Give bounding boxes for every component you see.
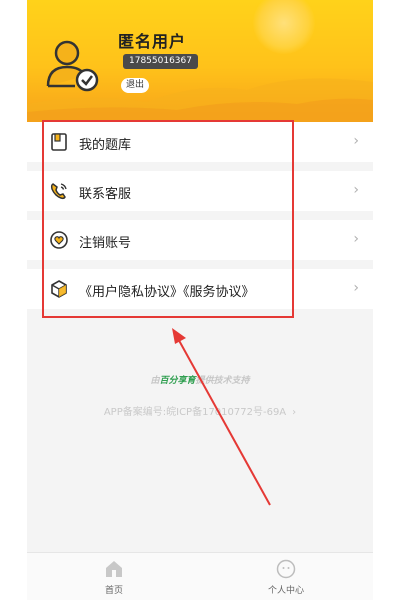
tab-profile[interactable]: 个人中心: [246, 559, 326, 596]
bottom-tab-bar: 首页 个人中心: [27, 552, 373, 600]
menu-item-customer-service[interactable]: 联系客服 ›: [27, 171, 373, 211]
heart-badge-icon: [50, 231, 68, 249]
tab-label: 首页: [104, 586, 123, 596]
avatar-icon: [46, 40, 99, 92]
menu-item-agreements[interactable]: 《用户隐私协议》《服务协议》 ›: [27, 269, 373, 309]
icp-text: APP备案编号:皖ICP备17010772号-69A: [103, 407, 287, 418]
brand-name: 百分享育: [159, 376, 196, 386]
phone-number-badge: 17855016367: [123, 54, 198, 69]
chevron-right-icon: ›: [353, 133, 359, 149]
powered-by-text: 由百分享育提供技术支持: [27, 373, 373, 386]
book-icon: [51, 133, 67, 151]
home-icon: [106, 561, 122, 577]
chevron-right-icon: ›: [353, 280, 359, 296]
menu-item-question-bank[interactable]: 我的题库 ›: [27, 122, 373, 162]
tab-home[interactable]: 首页: [74, 559, 154, 596]
profile-header: 匿名用户 17855016367 退出: [27, 0, 373, 122]
phone-icon: [50, 183, 67, 200]
menu-label: 我的题库: [79, 138, 132, 153]
phone-screen: 匿名用户 17855016367 退出 我的题库 › 联系客服 › 注销账号 ›…: [27, 0, 373, 600]
menu-item-delete-account[interactable]: 注销账号 ›: [27, 220, 373, 260]
username: 匿名用户: [118, 32, 187, 51]
sun-decoration: [253, 0, 315, 54]
user-icon: [276, 559, 296, 579]
menu-list: 我的题库 › 联系客服 › 注销账号 › 《用户隐私协议》《服务协议》 ›: [27, 122, 373, 318]
chevron-right-icon: ›: [353, 231, 359, 247]
chevron-right-icon: ›: [292, 407, 297, 418]
cube-icon: [51, 280, 67, 298]
chevron-right-icon: ›: [353, 182, 359, 198]
menu-label: 注销账号: [79, 236, 132, 251]
icp-record-link[interactable]: APP备案编号:皖ICP备17010772号-69A ›: [27, 403, 373, 418]
tab-label: 个人中心: [267, 586, 304, 596]
menu-label: 联系客服: [79, 187, 132, 202]
powered-suffix: 提供技术支持: [195, 376, 250, 386]
menu-label: 《用户隐私协议》《服务协议》: [79, 285, 255, 300]
logout-button[interactable]: 退出: [121, 78, 149, 93]
